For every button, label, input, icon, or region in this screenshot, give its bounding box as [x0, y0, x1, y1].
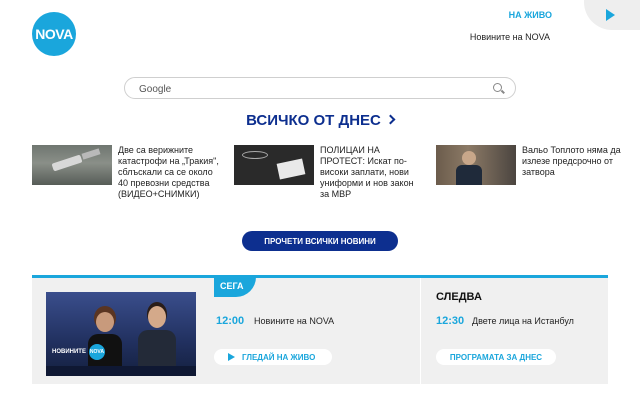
show-badge-logo: NOVA: [88, 344, 105, 360]
live-stream-thumbnail[interactable]: НОВИНИТЕ NOVA: [46, 292, 196, 376]
news-headline[interactable]: Две са верижните катастрофи на „Тракия",…: [118, 145, 222, 200]
panel-divider: [420, 278, 421, 384]
news-thumbnail[interactable]: [32, 145, 112, 185]
live-show-title[interactable]: Новините на NOVA: [470, 32, 550, 42]
nova-logo[interactable]: NOVA: [32, 12, 76, 56]
live-play-button[interactable]: [584, 0, 640, 30]
watch-live-label: ГЛЕДАЙ НА ЖИВО: [242, 352, 316, 362]
play-icon: [606, 9, 615, 21]
live-link[interactable]: НА ЖИВО: [509, 10, 552, 20]
news-thumbnail[interactable]: [436, 145, 516, 185]
logo-text: NOVA: [35, 26, 73, 42]
search-input[interactable]: [139, 81, 479, 97]
news-thumbnail[interactable]: [234, 145, 314, 185]
news-headline[interactable]: ПОЛИЦАИ НА ПРОТЕСТ: Искат по-високи запл…: [320, 145, 424, 200]
section-title: ВСИЧКО ОТ ДНЕС: [246, 112, 381, 129]
show-badge-text: НОВИНИТЕ: [52, 349, 86, 355]
search-box: [124, 77, 516, 99]
now-tag: СЕГА: [214, 275, 256, 297]
play-icon: [228, 353, 235, 361]
next-label: СЛЕДВА: [436, 291, 482, 303]
next-time: 12:30: [436, 315, 465, 327]
chevron-right-icon: [385, 114, 396, 125]
show-badge: НОВИНИТЕ NOVA: [52, 344, 105, 360]
news-headline[interactable]: Вальо Топлото няма да излезе предсрочно …: [522, 145, 626, 178]
watch-live-button[interactable]: ГЛЕДАЙ НА ЖИВО: [214, 349, 332, 365]
studio-desk: [46, 366, 196, 376]
now-time: 12:00: [216, 315, 245, 327]
todays-schedule-button[interactable]: ПРОГРАМАТА ЗА ДНЕС: [436, 349, 556, 365]
next-show-title[interactable]: Двете лица на Истанбул: [472, 316, 574, 326]
now-show-title[interactable]: Новините на NOVA: [254, 316, 334, 326]
search-icon[interactable]: [493, 83, 502, 92]
read-all-news-button[interactable]: ПРОЧЕТИ ВСИЧКИ НОВИНИ: [242, 231, 398, 251]
live-schedule-panel: НОВИНИТЕ NOVA СЕГА 12:00 Новините на NOV…: [32, 275, 608, 384]
section-title-link[interactable]: ВСИЧКО ОТ ДНЕС: [0, 112, 640, 129]
